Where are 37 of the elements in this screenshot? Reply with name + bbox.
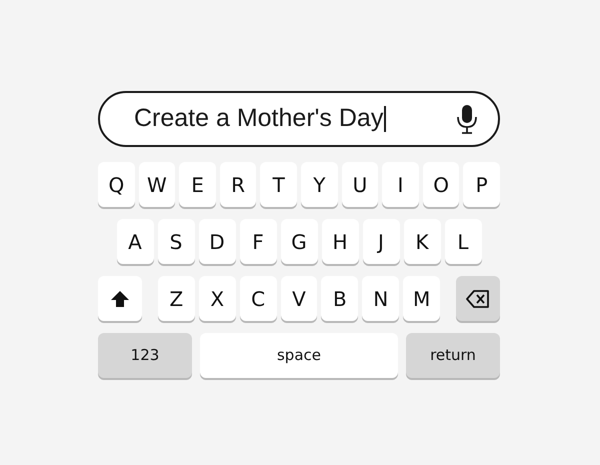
- backspace-icon: [466, 290, 490, 308]
- letter-key[interactable]: Q: [98, 162, 135, 207]
- letter-key[interactable]: E: [179, 162, 216, 207]
- letter-key[interactable]: S: [158, 219, 194, 264]
- letter-key[interactable]: K: [404, 219, 440, 264]
- microphone-icon: [456, 104, 478, 134]
- letter-key[interactable]: W: [138, 162, 176, 207]
- letter-key[interactable]: I: [382, 162, 419, 207]
- letter-key[interactable]: D: [198, 219, 236, 264]
- letter-key[interactable]: V: [280, 276, 318, 321]
- letter-key[interactable]: Z: [158, 276, 195, 321]
- letter-key[interactable]: R: [220, 162, 256, 207]
- letter-key[interactable]: N: [362, 276, 400, 321]
- letter-key[interactable]: B: [321, 276, 358, 321]
- letter-key[interactable]: X: [198, 276, 236, 321]
- letter-key[interactable]: F: [240, 219, 276, 264]
- space-key[interactable]: space: [200, 333, 398, 378]
- letter-key[interactable]: P: [463, 162, 500, 207]
- search-text: Create a Mother's Day: [134, 103, 384, 134]
- letter-key[interactable]: Y: [301, 162, 338, 207]
- shift-arrow-icon: [110, 290, 130, 308]
- return-key[interactable]: return: [406, 333, 500, 378]
- text-cursor: [384, 106, 386, 132]
- letter-key[interactable]: H: [322, 219, 358, 264]
- letter-key[interactable]: M: [403, 276, 440, 321]
- letter-key[interactable]: C: [240, 276, 277, 321]
- letter-key[interactable]: A: [116, 219, 154, 264]
- backspace-key[interactable]: [456, 276, 500, 321]
- letter-key[interactable]: J: [362, 219, 400, 264]
- letter-key[interactable]: G: [280, 219, 318, 264]
- numbers-key[interactable]: 123: [98, 333, 192, 378]
- letter-key[interactable]: L: [444, 219, 482, 264]
- letter-key[interactable]: O: [422, 162, 460, 207]
- letter-key[interactable]: T: [260, 162, 297, 207]
- shift-key[interactable]: [98, 276, 142, 321]
- letter-key[interactable]: U: [342, 162, 378, 207]
- search-field[interactable]: Create a Mother's Day: [98, 91, 500, 147]
